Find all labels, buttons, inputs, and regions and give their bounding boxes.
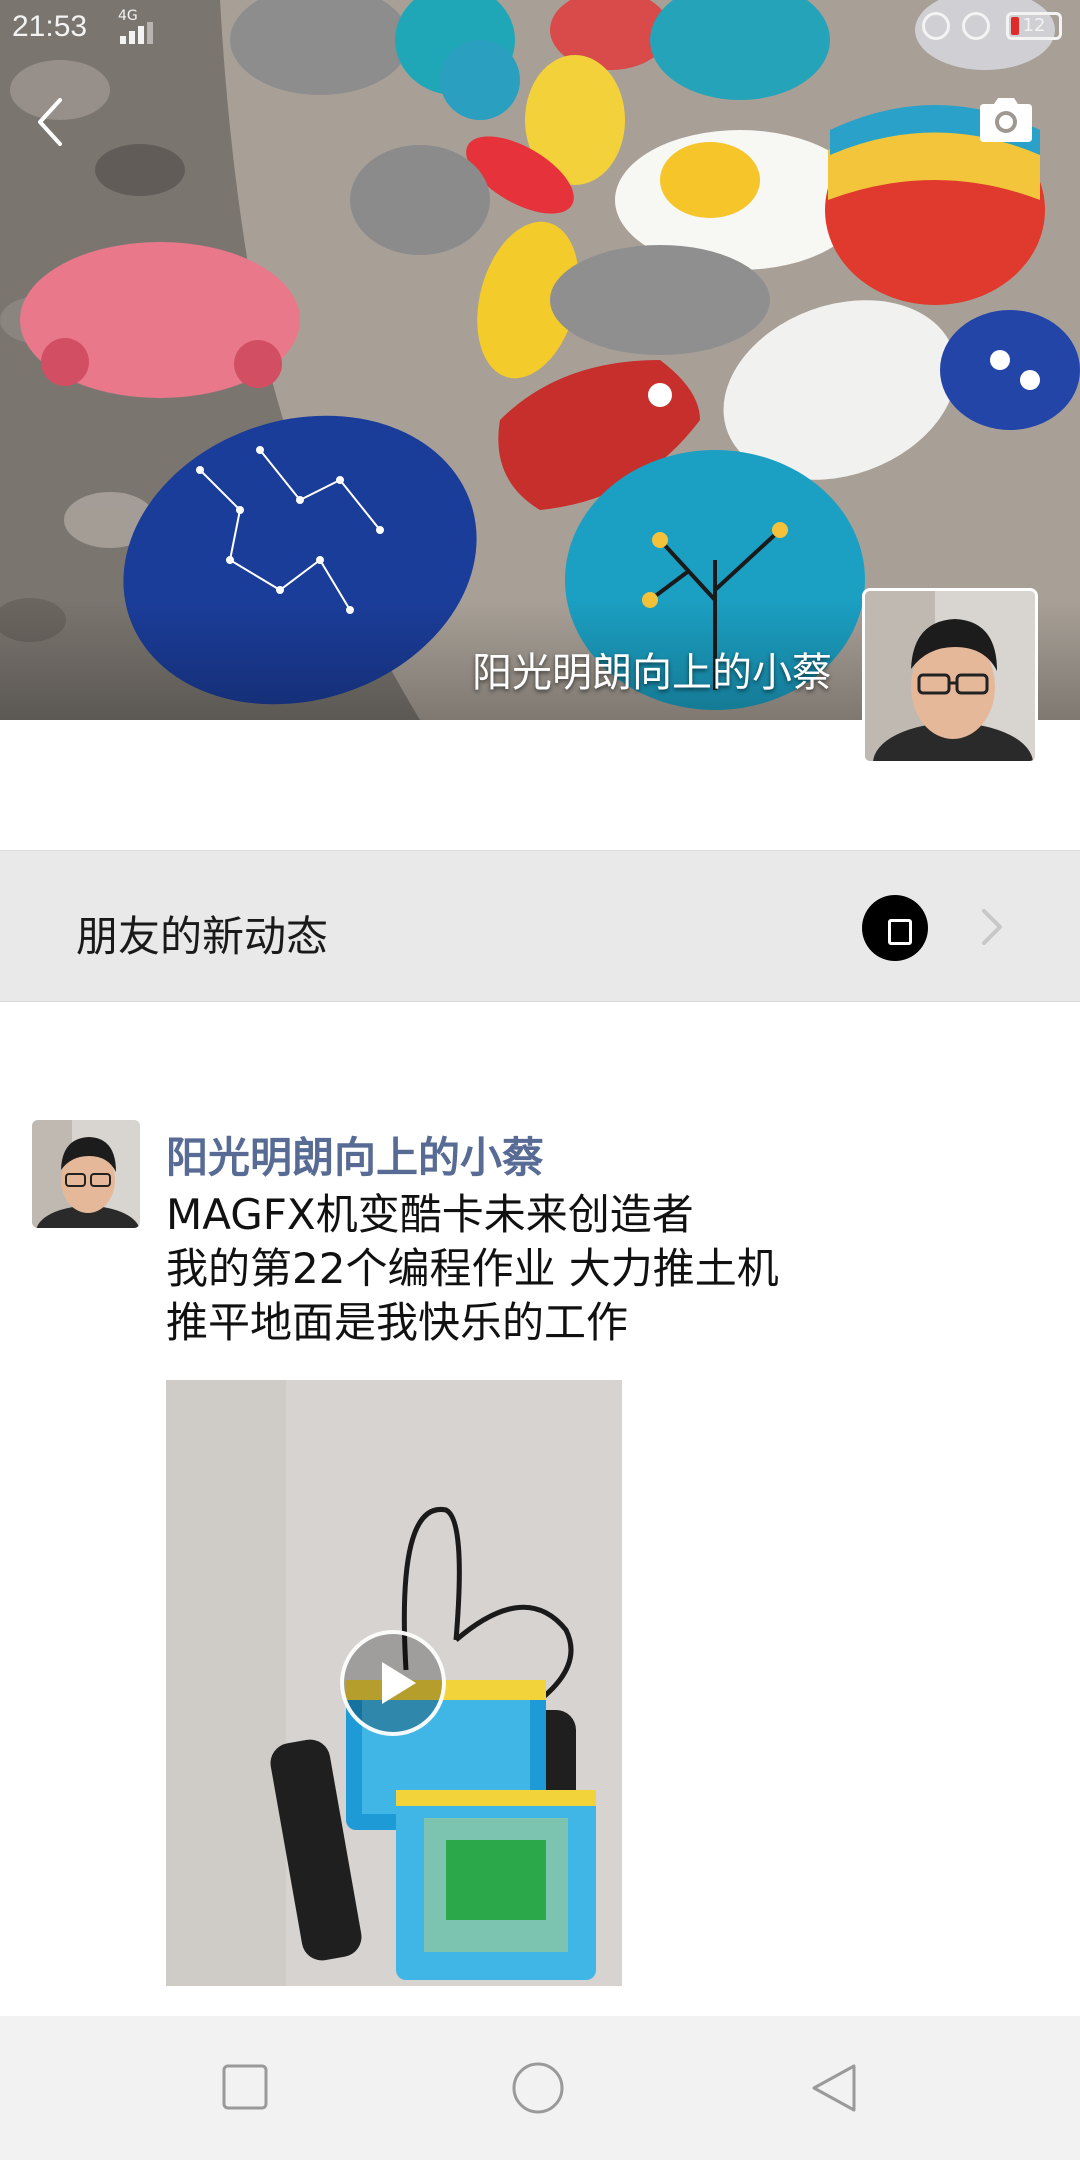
video-play-button[interactable] — [340, 1630, 446, 1736]
avatar-photo — [32, 1120, 140, 1228]
lock-rotation-icon — [922, 12, 950, 40]
system-navigation-bar — [0, 2016, 1080, 2160]
avatar-photo — [865, 591, 1035, 761]
post-text-line: 推平地面是我快乐的工作 — [166, 1298, 629, 1347]
recent-apps-icon — [222, 2064, 268, 2110]
camera-icon — [980, 98, 1032, 142]
nav-back-icon — [812, 2064, 856, 2112]
alarm-icon — [962, 12, 990, 40]
battery-icon: 12 — [1006, 12, 1062, 40]
nav-back-button[interactable] — [806, 2060, 862, 2116]
post-text-line: 我的第22个编程作业 大力推土机 — [166, 1244, 779, 1293]
chevron-right-icon — [982, 909, 1002, 945]
camera-button[interactable] — [976, 94, 1036, 146]
moments-screen: 21:53 4G 12 阳光明朗向上的小蔡 朋友的新动态 阳光明朗向上的小蔡 M… — [0, 0, 1080, 2160]
back-button[interactable] — [30, 92, 74, 152]
post-text: MAGFX机变酷卡未来创造者 我的第22个编程作业 大力推土机 推平地面是我快乐… — [166, 1188, 779, 1350]
profile-avatar[interactable] — [862, 588, 1038, 764]
post-author-avatar[interactable] — [32, 1120, 140, 1228]
status-bar: 21:53 4G 12 — [0, 0, 1080, 56]
recent-apps-button[interactable] — [218, 2060, 274, 2116]
home-icon — [512, 2062, 564, 2114]
friends-updates-label: 朋友的新动态 — [76, 912, 329, 961]
friend-update-avatar — [862, 895, 928, 961]
post-text-line: MAGFX机变酷卡未来创造者 — [166, 1190, 694, 1239]
cover-username: 阳光明朗向上的小蔡 — [472, 650, 832, 696]
friends-updates-bar[interactable]: 朋友的新动态 — [0, 850, 1080, 1002]
status-time: 21:53 — [12, 10, 88, 43]
post-author-name[interactable]: 阳光明朗向上的小蔡 — [166, 1124, 544, 1185]
home-button[interactable] — [510, 2060, 566, 2116]
back-icon — [38, 98, 62, 146]
play-icon — [382, 1662, 416, 1704]
signal-icon — [120, 22, 153, 44]
